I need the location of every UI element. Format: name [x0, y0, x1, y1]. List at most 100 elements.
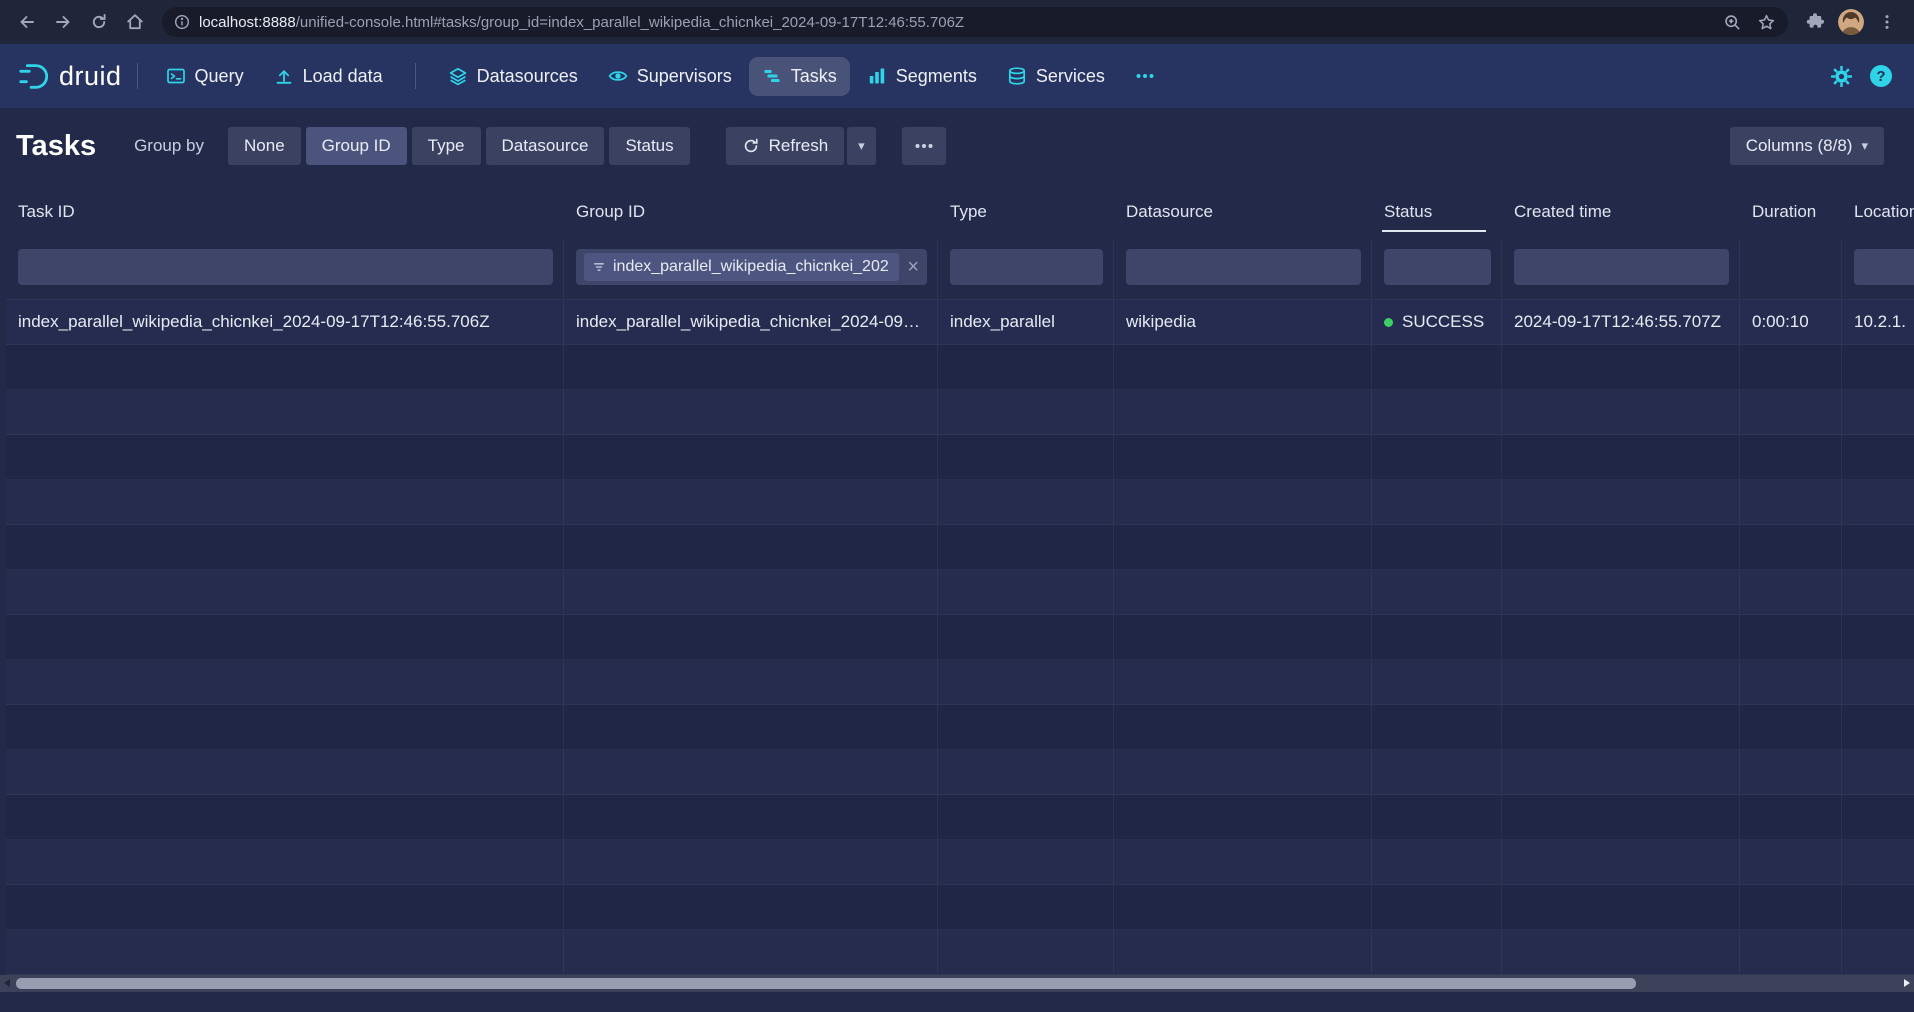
table-body: index_parallel_wikipedia_chicnkei_2024-0… [6, 300, 1914, 975]
filter-input-status[interactable] [1384, 249, 1491, 285]
forward-button[interactable] [46, 5, 80, 39]
reload-button[interactable] [82, 5, 116, 39]
filter-clear-icon[interactable]: × [907, 257, 919, 277]
settings-gear-icon[interactable] [1830, 65, 1853, 88]
group-by-datasource[interactable]: Datasource [486, 127, 605, 165]
column-header-group-id[interactable]: Group ID [564, 184, 938, 240]
home-icon [125, 12, 145, 32]
empty-cell [1740, 525, 1842, 569]
empty-row [6, 840, 1914, 885]
empty-cell [6, 570, 564, 614]
column-header-duration[interactable]: Duration [1740, 184, 1842, 240]
empty-row [6, 750, 1914, 795]
extensions-button[interactable] [1798, 5, 1832, 39]
scroll-right-arrow[interactable] [1904, 979, 1910, 987]
filter-input-location[interactable] [1854, 249, 1914, 285]
cell-task-id[interactable]: index_parallel_wikipedia_chicnkei_2024-0… [6, 300, 564, 344]
browser-menu-button[interactable] [1870, 5, 1904, 39]
columns-button[interactable]: Columns (8/8) ▾ [1730, 127, 1884, 165]
column-header-task-id[interactable]: Task ID [6, 184, 564, 240]
home-button[interactable] [118, 5, 152, 39]
horizontal-scrollbar[interactable] [0, 975, 1914, 992]
column-header-type[interactable]: Type [938, 184, 1114, 240]
column-header-datasource[interactable]: Datasource [1114, 184, 1372, 240]
empty-cell [1502, 480, 1740, 524]
column-header-location[interactable]: Location [1842, 184, 1914, 240]
group-by-none[interactable]: None [228, 127, 301, 165]
empty-cell [1740, 705, 1842, 749]
refresh-button[interactable]: Refresh [726, 127, 845, 165]
empty-row [6, 885, 1914, 930]
url-bar[interactable]: localhost:8888/unified-console.html#task… [162, 7, 1788, 37]
filter-input-datasource[interactable] [1126, 249, 1361, 285]
refresh-label: Refresh [769, 136, 829, 156]
filter-tag[interactable]: index_parallel_wikipedia_chicnkei_202 [584, 253, 899, 281]
empty-cell [6, 705, 564, 749]
column-header-label: Datasource [1126, 202, 1213, 222]
nav-query[interactable]: Query [153, 57, 257, 96]
empty-cell [938, 345, 1114, 389]
nav-tasks[interactable]: Tasks [749, 57, 850, 96]
empty-cell [564, 615, 938, 659]
empty-cell [564, 525, 938, 569]
filter-cell-created-time [1502, 240, 1740, 299]
column-header-status[interactable]: Status [1372, 184, 1502, 240]
avatar[interactable] [1838, 9, 1864, 35]
refresh-interval-button[interactable]: ▾ [847, 127, 876, 165]
back-button[interactable] [10, 5, 44, 39]
nav-segments[interactable]: Segments [854, 57, 990, 96]
filter-input-task-id[interactable] [18, 249, 553, 285]
filter-input-created-time[interactable] [1514, 249, 1729, 285]
nav-more-button[interactable] [1122, 57, 1168, 95]
nav-supervisors[interactable]: Supervisors [595, 57, 745, 96]
empty-cell [938, 750, 1114, 794]
divider [137, 63, 138, 89]
page-title: Tasks [16, 130, 96, 163]
group-by-label: Group by [134, 136, 204, 156]
group-by-status[interactable]: Status [609, 127, 689, 165]
help-icon[interactable]: ? [1870, 65, 1892, 87]
empty-cell [938, 525, 1114, 569]
filter-cell-type [938, 240, 1114, 299]
site-info-icon[interactable] [174, 14, 190, 30]
zoom-icon[interactable] [1723, 13, 1742, 32]
divider [415, 63, 416, 89]
tasks-toolbar: Tasks Group by NoneGroup IDTypeDatasourc… [0, 108, 1914, 184]
nav-load-data[interactable]: Load data [261, 57, 396, 96]
filter-input-group-id[interactable]: index_parallel_wikipedia_chicnkei_202 × [576, 249, 927, 285]
empty-cell [1502, 795, 1740, 839]
empty-cell [1114, 750, 1372, 794]
app-header: druid Query Load data Datasources S [0, 44, 1914, 108]
app-header-right: ? [1830, 65, 1898, 88]
scrollbar-thumb[interactable] [16, 978, 1636, 989]
empty-cell [1842, 615, 1914, 659]
empty-cell [1502, 885, 1740, 929]
empty-cell [6, 345, 564, 389]
column-header-label: Duration [1752, 202, 1816, 222]
empty-cell [1740, 885, 1842, 929]
refresh-split-button: Refresh ▾ [726, 127, 876, 165]
eye-icon [608, 66, 628, 86]
empty-cell [1114, 390, 1372, 434]
more-actions-button[interactable] [902, 127, 946, 165]
empty-cell [6, 795, 564, 839]
column-header-created-time[interactable]: Created time [1502, 184, 1740, 240]
filter-input-type[interactable] [950, 249, 1103, 285]
empty-cell [1502, 390, 1740, 434]
empty-cell [1502, 435, 1740, 479]
empty-cell [1502, 615, 1740, 659]
druid-logo[interactable]: druid [16, 59, 122, 93]
group-by-type[interactable]: Type [412, 127, 481, 165]
nav-datasources[interactable]: Datasources [435, 57, 591, 96]
empty-cell [1842, 705, 1914, 749]
scroll-left-arrow[interactable] [4, 979, 10, 987]
empty-cell [1842, 660, 1914, 704]
task-row[interactable]: index_parallel_wikipedia_chicnkei_2024-0… [6, 300, 1914, 345]
empty-cell [1114, 525, 1372, 569]
empty-cell [6, 390, 564, 434]
group-by-group-id[interactable]: Group ID [306, 127, 407, 165]
bookmark-star-icon[interactable] [1757, 13, 1776, 32]
nav-services[interactable]: Services [994, 57, 1118, 96]
cell-group-id: index_parallel_wikipedia_chicnkei_2024-0… [564, 300, 938, 344]
empty-cell [1502, 930, 1740, 974]
